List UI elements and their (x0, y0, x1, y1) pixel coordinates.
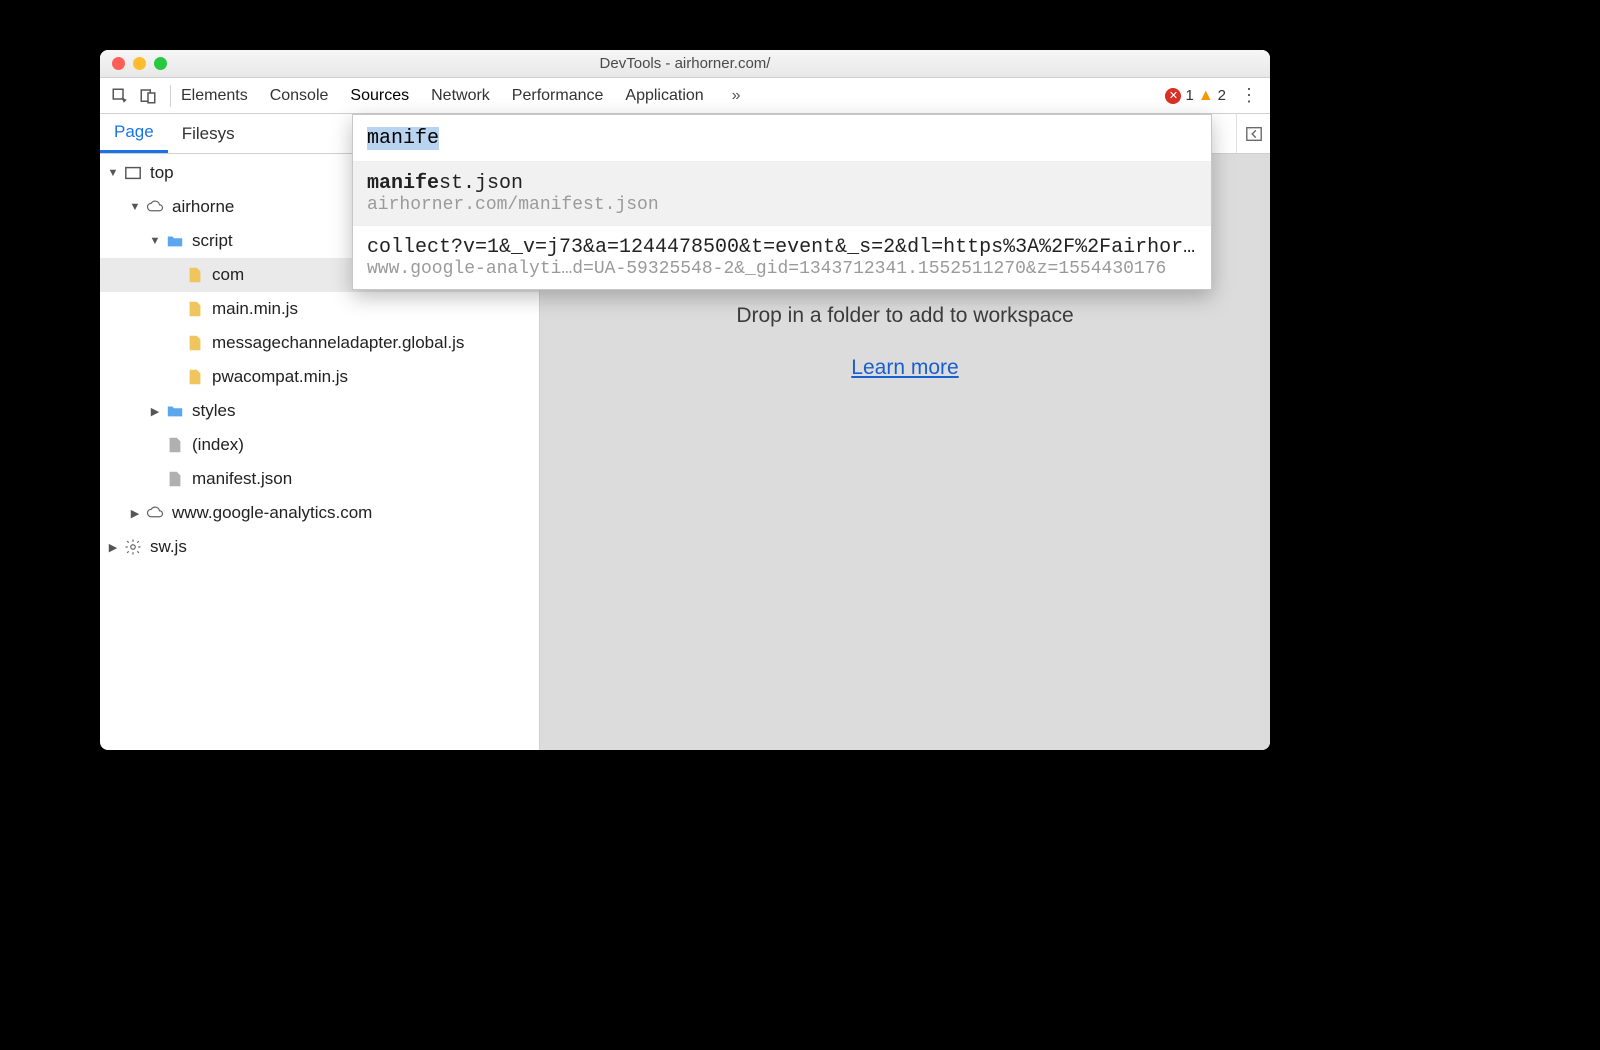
settings-menu-icon[interactable]: ⋮ (1240, 85, 1258, 106)
tree-file-messagechanneladapter[interactable]: messagechanneladapter.global.js (100, 326, 539, 360)
zoom-window-button[interactable] (154, 57, 167, 70)
tree-label: main.min.js (212, 299, 298, 319)
minimize-window-button[interactable] (133, 57, 146, 70)
warning-count: 2 (1218, 87, 1226, 104)
more-tabs-icon[interactable]: » (732, 87, 741, 105)
quick-open-result[interactable]: manifest.json airhorner.com/manifest.jso… (353, 161, 1211, 225)
workspace-drop-hint: Drop in a folder to add to workspace (736, 304, 1073, 328)
tab-console[interactable]: Console (270, 87, 329, 105)
file-icon (164, 436, 186, 454)
gear-icon (122, 538, 144, 556)
collapse-icon: ▶ (128, 507, 142, 520)
js-file-icon (184, 334, 206, 352)
js-file-icon (184, 300, 206, 318)
tree-label: com (212, 265, 244, 285)
tree-service-worker[interactable]: ▶ sw.js (100, 530, 539, 564)
tree-file-index[interactable]: (index) (100, 428, 539, 462)
result-filename: manifest.json (367, 172, 1197, 195)
tab-network[interactable]: Network (431, 87, 490, 105)
tab-application[interactable]: Application (625, 87, 703, 105)
error-warning-badge[interactable]: ✕ 1 ▲ 2 (1165, 87, 1226, 105)
tree-file-pwacompat[interactable]: pwacompat.min.js (100, 360, 539, 394)
folder-icon (164, 402, 186, 420)
tree-label: sw.js (150, 537, 187, 557)
result-path: www.google-analyti…d=UA-59325548-2&_gid=… (367, 259, 1197, 279)
tree-label: manifest.json (192, 469, 292, 489)
panel-tabs: Elements Console Sources Network Perform… (181, 87, 741, 105)
cloud-icon (144, 504, 166, 522)
result-filename: collect?v=1&_v=j73&a=1244478500&t=event&… (367, 236, 1197, 259)
quick-open-result[interactable]: collect?v=1&_v=j73&a=1244478500&t=event&… (353, 225, 1211, 289)
tree-label: airhorne (172, 197, 234, 217)
window-controls (112, 57, 167, 70)
tree-label: top (150, 163, 174, 183)
learn-more-link[interactable]: Learn more (851, 356, 958, 380)
quick-open-dialog: manife manifest.json airhorner.com/manif… (352, 114, 1212, 290)
titlebar: DevTools - airhorner.com/ (100, 50, 1270, 78)
toolbar-separator (170, 85, 171, 107)
tree-label: pwacompat.min.js (212, 367, 348, 387)
file-icon (164, 470, 186, 488)
js-file-icon (184, 266, 206, 284)
tab-sources[interactable]: Sources (350, 87, 409, 105)
quick-open-query: manife (367, 127, 439, 150)
frame-icon (122, 164, 144, 182)
expand-icon: ▼ (106, 167, 120, 179)
collapse-icon: ▶ (148, 405, 162, 418)
subtab-filesystem[interactable]: Filesys (168, 114, 249, 153)
error-count: 1 (1185, 87, 1193, 104)
error-icon: ✕ (1165, 88, 1181, 104)
expand-icon: ▼ (128, 201, 142, 213)
tree-file-main[interactable]: main.min.js (100, 292, 539, 326)
inspect-element-icon[interactable] (108, 84, 132, 108)
folder-icon (164, 232, 186, 250)
result-path: airhorner.com/manifest.json (367, 195, 1197, 215)
tree-label: styles (192, 401, 235, 421)
tree-label: (index) (192, 435, 244, 455)
tab-performance[interactable]: Performance (512, 87, 604, 105)
collapse-icon: ▶ (106, 541, 120, 554)
devtools-window: DevTools - airhorner.com/ Elements Conso… (100, 50, 1270, 750)
warning-icon: ▲ (1198, 87, 1214, 105)
tree-label: script (192, 231, 233, 251)
expand-icon: ▼ (148, 235, 162, 247)
tree-folder-styles[interactable]: ▶ styles (100, 394, 539, 428)
js-file-icon (184, 368, 206, 386)
close-window-button[interactable] (112, 57, 125, 70)
main-toolbar: Elements Console Sources Network Perform… (100, 78, 1270, 114)
device-toolbar-icon[interactable] (136, 84, 160, 108)
tree-label: messagechanneladapter.global.js (212, 333, 464, 353)
toggle-navigator-icon[interactable] (1236, 114, 1270, 153)
cloud-icon (144, 198, 166, 216)
window-title: DevTools - airhorner.com/ (100, 55, 1270, 72)
subtab-page[interactable]: Page (100, 114, 168, 153)
tree-file-manifest[interactable]: manifest.json (100, 462, 539, 496)
tab-elements[interactable]: Elements (181, 87, 248, 105)
quick-open-input[interactable]: manife (353, 115, 1211, 161)
tree-origin-google-analytics[interactable]: ▶ www.google-analytics.com (100, 496, 539, 530)
tree-label: www.google-analytics.com (172, 503, 372, 523)
